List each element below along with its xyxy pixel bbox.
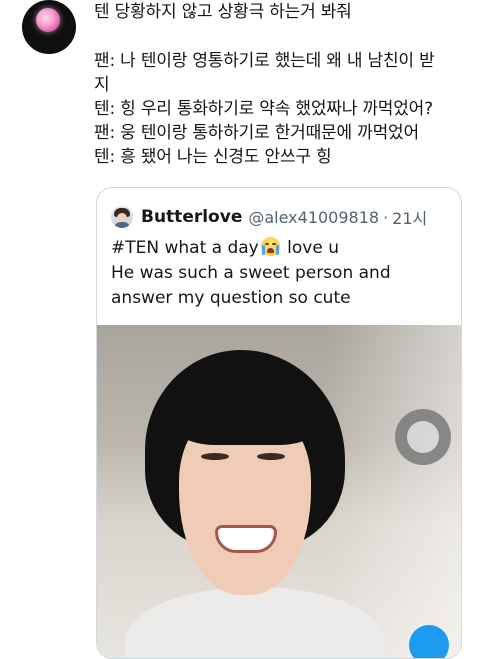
- author-avatar[interactable]: [22, 0, 76, 54]
- quoted-tweet-time[interactable]: 21시: [392, 205, 427, 229]
- quoted-text-line2: He was such a sweet person and: [111, 263, 391, 283]
- tweet-line: 팬: 웅 텐이랑 통하하기로 한거때문에 까먹었어: [94, 123, 419, 143]
- quoted-tweet-text: #TEN what a day love u He was such a swe…: [111, 236, 451, 311]
- quoted-author-avatar[interactable]: [111, 206, 133, 228]
- loudly-crying-face-icon: [260, 237, 280, 256]
- tweet-line: 텐: 흥 됐어 나는 신경도 안쓰구 힝: [94, 147, 332, 167]
- quoted-tweet-card[interactable]: Butterlove @alex41009818 · 21시 #TEN what…: [96, 187, 462, 659]
- tweet-body: 텐 당황하지 않고 상황극 하는거 봐줘 팬: 나 텐이랑 영통하기로 했는데 …: [94, 0, 468, 169]
- person-smile: [215, 525, 277, 553]
- person-eye: [257, 453, 285, 460]
- tweet-line: 지: [94, 75, 110, 95]
- quoted-tweet-video[interactable]: [97, 325, 461, 658]
- quoted-text-line1: #TEN what a day: [111, 238, 259, 258]
- quoted-text-line3: answer my question so cute: [111, 288, 351, 308]
- quoted-author-name[interactable]: Butterlove: [141, 207, 242, 227]
- video-overlay-button[interactable]: [409, 625, 449, 658]
- tweet-line: 텐: 힝 우리 통화하기로 약속 했었짜나 까먹었어?: [94, 99, 433, 119]
- tweet-line: 팬: 나 텐이랑 영통하기로 했는데 왜 내 남친이 받: [94, 51, 435, 71]
- tweet-line: 텐 당황하지 않고 상황극 하는거 봐줘: [94, 2, 352, 22]
- quoted-author-handle: @alex41009818: [248, 207, 380, 227]
- avatar-gem-image: [36, 8, 60, 32]
- quoted-tweet-header: Butterlove @alex41009818 · 21시: [111, 204, 427, 230]
- camera-switch-icon[interactable]: [395, 409, 451, 465]
- person-eye: [201, 453, 229, 460]
- quoted-text-line1-end: love u: [281, 238, 339, 258]
- separator-dot: ·: [383, 207, 389, 227]
